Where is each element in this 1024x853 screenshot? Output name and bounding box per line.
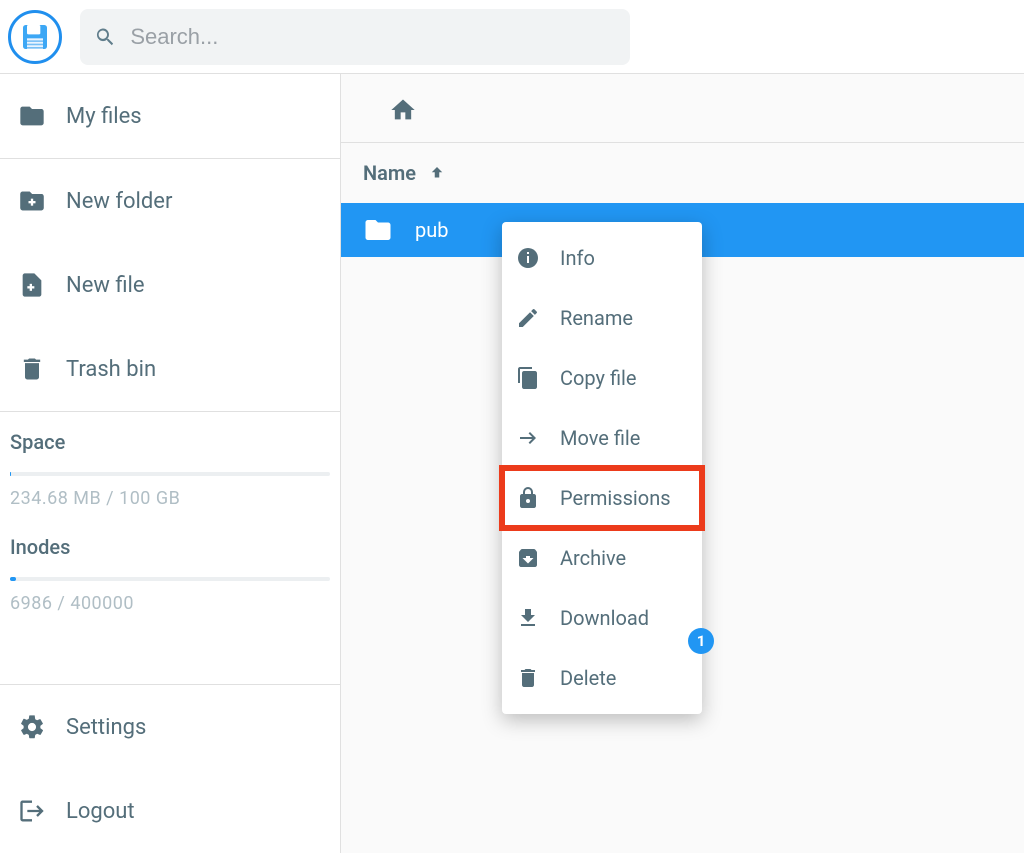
ctx-move[interactable]: Move file xyxy=(502,408,702,468)
space-section: Space 234.68 MB / 100 GB xyxy=(0,412,340,517)
pencil-icon xyxy=(516,306,540,330)
breadcrumb[interactable] xyxy=(341,86,1024,134)
info-icon xyxy=(516,246,540,270)
trash-icon xyxy=(516,666,540,690)
search-field[interactable] xyxy=(80,9,630,65)
sidebar-item-newfolder[interactable]: New folder xyxy=(0,159,340,243)
floppy-disk-icon xyxy=(19,21,51,53)
sidebar-item-trash[interactable]: Trash bin xyxy=(0,327,340,411)
inodes-value: 6986 / 400000 xyxy=(10,593,330,614)
ctx-rename[interactable]: Rename xyxy=(502,288,702,348)
folder-icon xyxy=(363,215,393,245)
ctx-label: Info xyxy=(560,246,595,270)
ctx-label: Copy file xyxy=(560,366,637,390)
sidebar-item-newfile[interactable]: New file xyxy=(0,243,340,327)
app-logo[interactable] xyxy=(8,10,62,64)
sidebar-item-label: New folder xyxy=(66,189,172,214)
ctx-download[interactable]: Download 1 xyxy=(502,588,702,648)
file-plus-icon xyxy=(18,271,46,299)
trash-icon xyxy=(18,355,46,383)
col-header-label: Name xyxy=(363,161,416,185)
home-icon xyxy=(389,96,417,124)
sidebar-bottom: Settings Logout xyxy=(0,684,340,853)
ctx-copy[interactable]: Copy file xyxy=(502,348,702,408)
main-area: Name pub Info Rename Copy file Move file… xyxy=(341,74,1024,853)
sidebar-item-label: Settings xyxy=(66,715,146,740)
gear-icon xyxy=(18,713,46,741)
ctx-label: Move file xyxy=(560,426,640,450)
folder-icon xyxy=(18,102,46,130)
sidebar-item-label: Logout xyxy=(66,799,135,824)
app-header xyxy=(0,0,1024,74)
ctx-label: Rename xyxy=(560,306,633,330)
space-value: 234.68 MB / 100 GB xyxy=(10,488,330,509)
sidebar-item-settings[interactable]: Settings xyxy=(0,685,340,769)
space-label: Space xyxy=(10,430,330,454)
search-input[interactable] xyxy=(130,24,616,50)
ctx-info[interactable]: Info xyxy=(502,228,702,288)
folder-plus-icon xyxy=(18,187,46,215)
archive-icon xyxy=(516,546,540,570)
column-header-name[interactable]: Name xyxy=(341,143,1024,203)
copy-icon xyxy=(516,366,540,390)
sidebar-item-label: New file xyxy=(66,273,145,298)
arrow-up-icon xyxy=(428,164,446,182)
arrow-right-icon xyxy=(516,426,540,450)
sidebar-item-label: My files xyxy=(66,104,142,129)
sidebar: My files New folder New file Trash bin S… xyxy=(0,74,341,853)
download-icon xyxy=(516,606,540,630)
inodes-section: Inodes 6986 / 400000 xyxy=(0,517,340,622)
context-menu: Info Rename Copy file Move file Permissi… xyxy=(502,222,702,714)
sidebar-item-logout[interactable]: Logout xyxy=(0,769,340,853)
lock-icon xyxy=(516,486,540,510)
ctx-label: Download xyxy=(560,606,649,630)
ctx-delete[interactable]: Delete xyxy=(502,648,702,708)
space-bar xyxy=(10,472,330,476)
search-icon xyxy=(94,25,116,49)
ctx-archive[interactable]: Archive xyxy=(502,528,702,588)
ctx-label: Delete xyxy=(560,666,616,690)
ctx-label: Archive xyxy=(560,546,626,570)
ctx-permissions[interactable]: Permissions xyxy=(502,468,702,528)
logout-icon xyxy=(18,797,46,825)
sidebar-item-label: Trash bin xyxy=(66,357,156,382)
ctx-label: Permissions xyxy=(560,486,671,510)
inodes-label: Inodes xyxy=(10,535,330,559)
file-name: pub xyxy=(415,218,449,242)
sidebar-item-myfiles[interactable]: My files xyxy=(0,74,340,158)
inodes-bar xyxy=(10,577,330,581)
